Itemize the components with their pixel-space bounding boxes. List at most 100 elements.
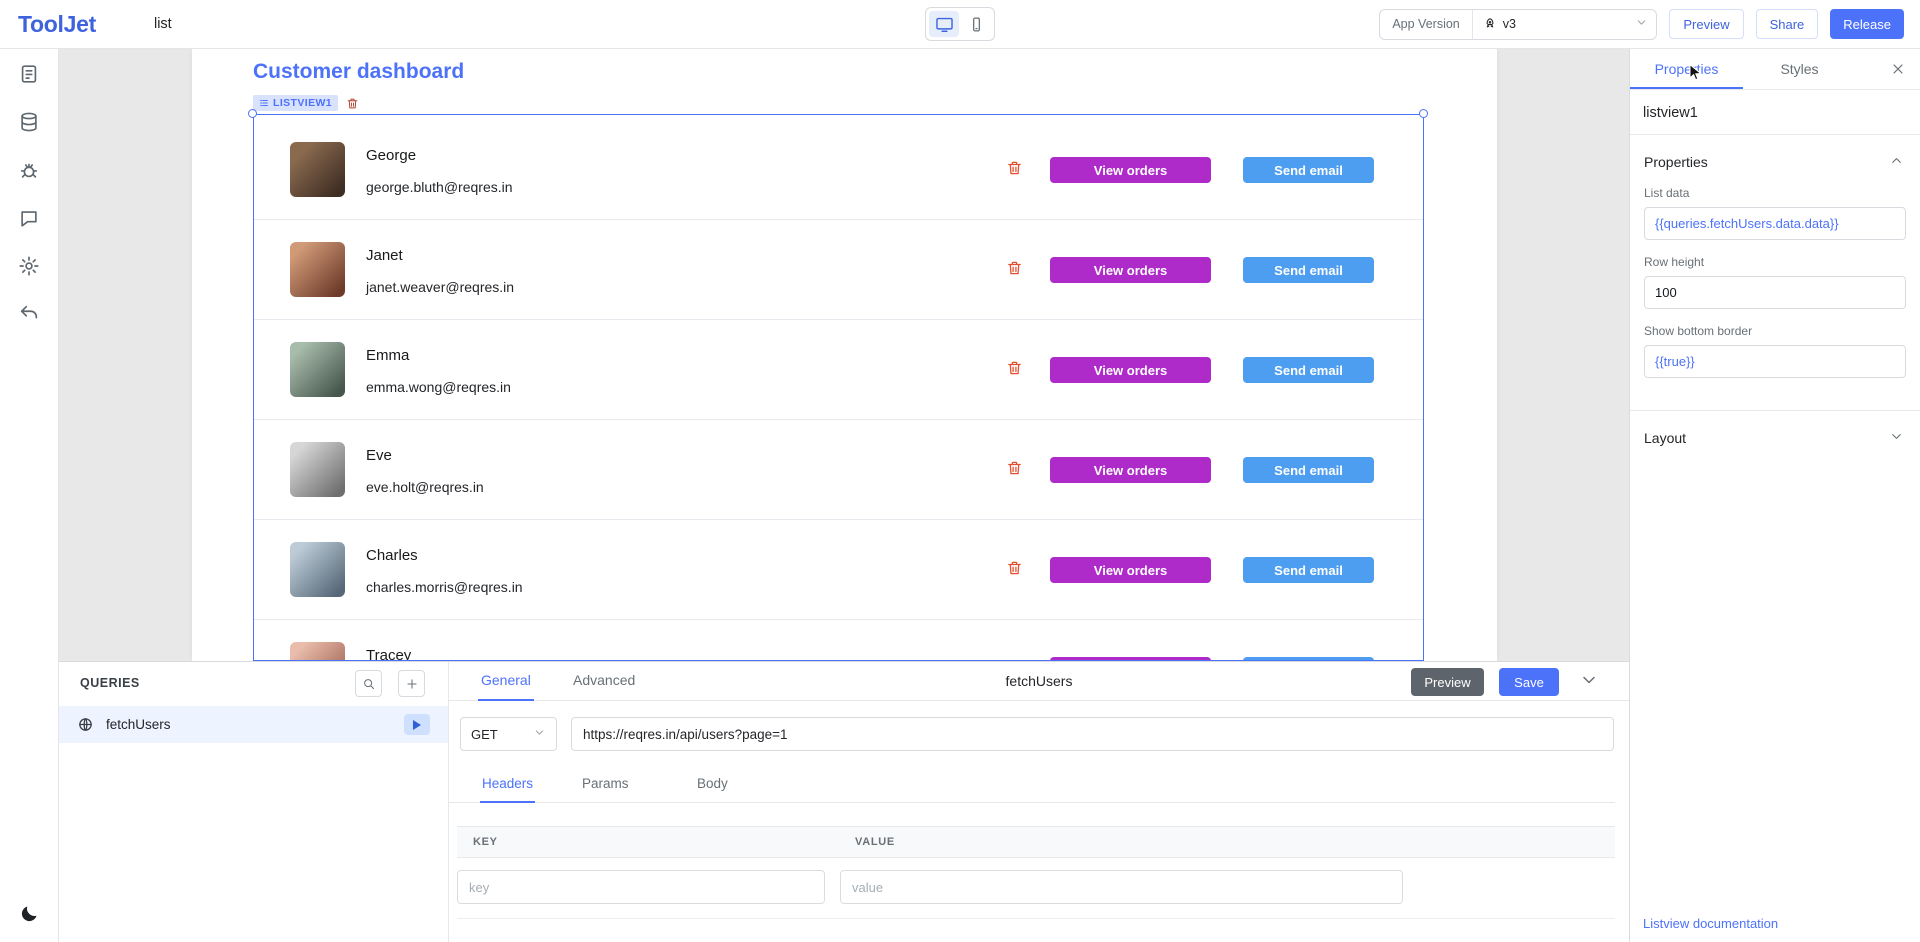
send-email-button[interactable]: Send email (1243, 557, 1374, 583)
moon-icon[interactable] (18, 902, 40, 924)
app-version-select[interactable]: App Version v3 (1379, 9, 1657, 40)
avatar (290, 442, 345, 497)
query-list-pane: QUERIES fetchUsers (59, 662, 449, 942)
share-button[interactable]: Share (1756, 9, 1819, 39)
inspector-tabs: Properties Styles (1630, 49, 1920, 90)
send-email-button[interactable]: Send email (1243, 457, 1374, 483)
page-title: Customer dashboard (253, 60, 464, 84)
device-toggle (925, 7, 995, 41)
play-icon (413, 720, 421, 730)
list-item: Tracey View orders Send email (254, 620, 1423, 661)
customer-email: eve.holt@reqres.in (366, 479, 484, 495)
list-item: Eve eve.holt@reqres.in View orders Send … (254, 420, 1423, 520)
method-select[interactable]: GET (460, 717, 557, 751)
tab-params[interactable]: Params (580, 767, 631, 803)
divider (457, 918, 1615, 919)
request-subtabs: Headers Params Body (449, 767, 1615, 803)
view-orders-button[interactable]: View orders (1050, 557, 1211, 583)
row-height-input[interactable] (1644, 276, 1906, 309)
delete-row-icon[interactable] (1006, 159, 1023, 182)
delete-row-icon[interactable] (1006, 559, 1023, 582)
tab-styles[interactable]: Styles (1743, 49, 1856, 89)
query-editor-header: General Advanced fetchUsers Preview Save (449, 662, 1629, 701)
tab-body[interactable]: Body (695, 767, 730, 803)
listview-widget[interactable]: George george.bluth@reqres.in View order… (253, 114, 1424, 661)
app-page[interactable]: Customer dashboard LISTVIEW1 George geor… (192, 49, 1497, 661)
chevron-up-icon (1889, 153, 1904, 171)
add-query-button[interactable] (398, 670, 425, 697)
run-query-button[interactable] (404, 714, 430, 735)
desktop-view-button[interactable] (929, 11, 959, 37)
header-value-input[interactable] (840, 870, 1403, 904)
send-email-button[interactable]: Send email (1243, 157, 1374, 183)
show-bottom-border-input[interactable] (1644, 345, 1906, 378)
datasources-icon[interactable] (18, 111, 40, 133)
customer-email: janet.weaver@reqres.in (366, 279, 514, 295)
customer-name: Emma (366, 347, 409, 364)
query-panel: QUERIES fetchUsers General Advanced fetc… (59, 661, 1629, 942)
pages-icon[interactable] (18, 63, 40, 85)
rocket-icon (1483, 17, 1497, 31)
header-key-input[interactable] (457, 870, 825, 904)
query-save-button[interactable]: Save (1499, 668, 1559, 696)
view-orders-button[interactable]: View orders (1050, 257, 1211, 283)
view-orders-button[interactable]: View orders (1050, 357, 1211, 383)
close-inspector-button[interactable] (1876, 49, 1920, 89)
query-editor-title: fetchUsers (1006, 673, 1073, 689)
mobile-icon (968, 16, 985, 33)
queries-panel-title: QUERIES (80, 676, 140, 690)
resize-handle-top-right[interactable] (1419, 109, 1428, 118)
selected-widget-name: listview1 (1630, 90, 1920, 135)
desktop-icon (935, 15, 954, 34)
send-email-button[interactable]: Send email (1243, 257, 1374, 283)
delete-row-icon[interactable] (1006, 259, 1023, 282)
debugger-icon[interactable] (18, 159, 40, 181)
view-orders-button[interactable]: View orders (1050, 457, 1211, 483)
query-list-item[interactable]: fetchUsers (59, 706, 448, 743)
row-height-label: Row height (1644, 255, 1906, 269)
undo-icon[interactable] (18, 303, 40, 325)
tab-properties[interactable]: Properties (1630, 49, 1743, 89)
mobile-view-button[interactable] (961, 11, 991, 37)
collapse-panel-icon[interactable] (1579, 670, 1599, 695)
inspector-panel: Properties Styles listview1 Properties L… (1629, 49, 1920, 942)
list-item: Emma emma.wong@reqres.in View orders Sen… (254, 320, 1423, 420)
delete-row-icon[interactable] (1006, 459, 1023, 482)
url-input[interactable] (571, 717, 1614, 751)
tab-headers[interactable]: Headers (480, 767, 535, 803)
customer-name: George (366, 147, 416, 164)
listview-documentation-link[interactable]: Listview documentation (1643, 916, 1778, 931)
send-email-button[interactable]: Send email (1243, 357, 1374, 383)
preview-button[interactable]: Preview (1669, 9, 1743, 39)
method-value: GET (471, 727, 498, 742)
tab-general[interactable]: General (478, 662, 534, 701)
show-bottom-border-label: Show bottom border (1644, 324, 1906, 338)
widget-badge[interactable]: LISTVIEW1 (253, 95, 338, 111)
resize-handle-top-left[interactable] (248, 109, 257, 118)
query-preview-button[interactable]: Preview (1411, 668, 1484, 696)
delete-row-icon[interactable] (1006, 359, 1023, 382)
editor-canvas[interactable]: Customer dashboard LISTVIEW1 George geor… (59, 49, 1629, 661)
customer-email: george.bluth@reqres.in (366, 179, 513, 195)
customer-name: Tracey (366, 647, 411, 661)
release-button[interactable]: Release (1830, 9, 1904, 39)
customer-email: charles.morris@reqres.in (366, 579, 523, 595)
query-name: fetchUsers (106, 717, 171, 732)
list-item: George george.bluth@reqres.in View order… (254, 120, 1423, 220)
properties-section-header[interactable]: Properties (1630, 135, 1920, 171)
avatar (290, 142, 345, 197)
chevron-down-icon (1635, 16, 1648, 32)
layout-section-header[interactable]: Layout (1630, 411, 1920, 447)
settings-icon[interactable] (18, 255, 40, 277)
delete-widget-icon[interactable] (346, 97, 359, 110)
view-orders-button[interactable]: View orders (1050, 157, 1211, 183)
headers-table-header: KEY VALUE (457, 826, 1615, 858)
list-item: Janet janet.weaver@reqres.in View orders… (254, 220, 1423, 320)
customer-name: Eve (366, 447, 392, 464)
search-query-button[interactable] (355, 670, 382, 697)
comments-icon[interactable] (18, 207, 40, 229)
customer-name: Janet (366, 247, 403, 264)
list-data-input[interactable] (1644, 207, 1906, 240)
tab-advanced[interactable]: Advanced (570, 662, 638, 701)
avatar (290, 242, 345, 297)
